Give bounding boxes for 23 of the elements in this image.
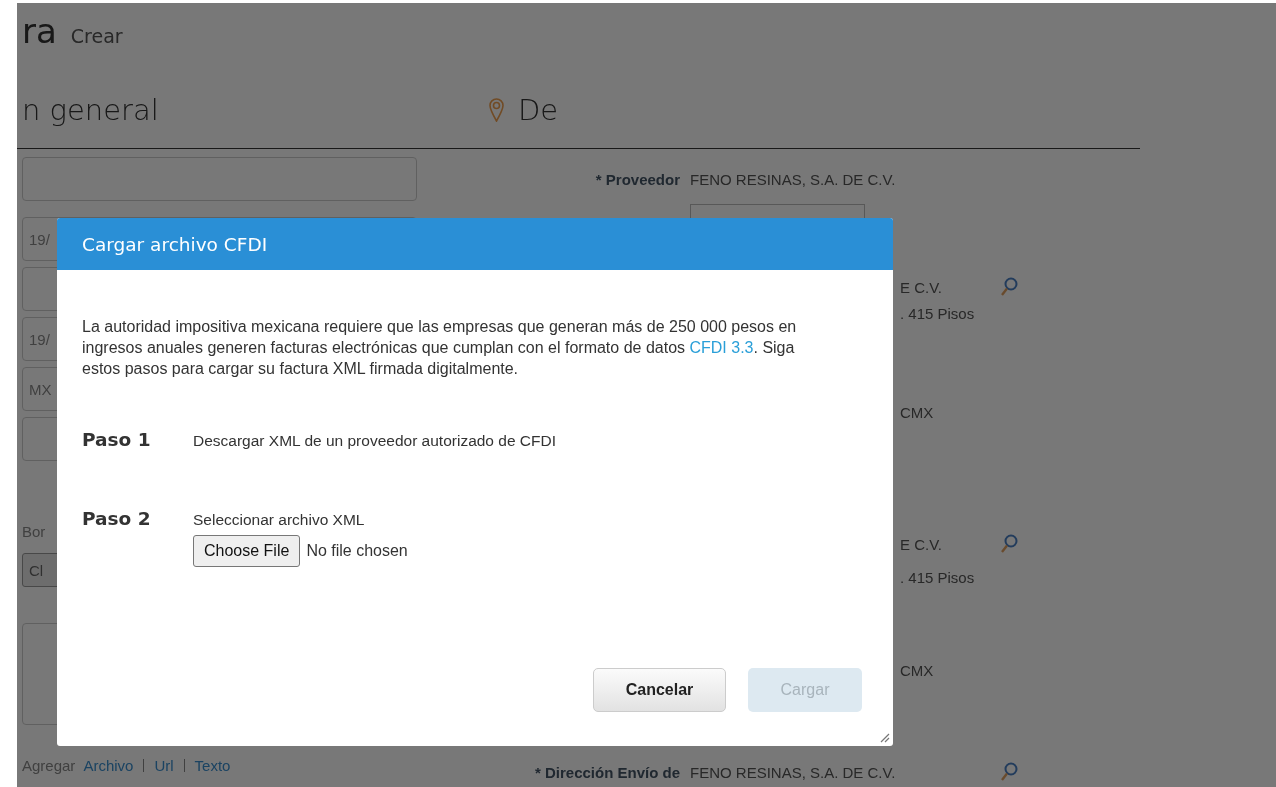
- field-value: FENO RESINAS, S.A. DE C.V.: [690, 763, 896, 781]
- step-text: Descargar XML de un proveedor autorizado de CFDI: [193, 432, 556, 450]
- page-title: ra: [22, 11, 57, 51]
- step-label: Paso 2: [82, 508, 152, 531]
- field-value: E C.V.: [900, 535, 942, 553]
- file-status: No file chosen: [306, 542, 408, 560]
- dialog-title: Cargar archivo CFDI: [82, 233, 268, 255]
- section-heading: De: [518, 92, 559, 127]
- step-text: Seleccionar archivo XML: [193, 511, 366, 529]
- attach-label: Agregar: [22, 757, 76, 774]
- step-label: Paso 1: [82, 429, 152, 450]
- field-value: . 415 Pisos: [900, 304, 975, 322]
- intro-text: La autoridad impositiva mexicana requiere que las empresas que generan más de 250 000 pesos en ingresos anuales generen facturas electrónicas que cumplan con el formato de datos CFDI 3.3. Siga estos pasos para cargar su factura XML firmada digitalmente.: [82, 317, 798, 379]
- field-label: Bor: [22, 523, 46, 540]
- field-label: * Dirección Envío de: [534, 763, 680, 781]
- field-label: * Proveedor: [595, 170, 680, 188]
- page-subtitle: Crear: [70, 25, 123, 47]
- section-heading: n general: [22, 92, 159, 127]
- field-value: FENO RESINAS, S.A. DE C.V.: [690, 170, 896, 188]
- field-value: CMX: [900, 403, 934, 421]
- field-value: CMX: [900, 661, 934, 679]
- field-value: . 415 Pisos: [900, 568, 975, 586]
- field-value: E C.V.: [900, 278, 942, 296]
